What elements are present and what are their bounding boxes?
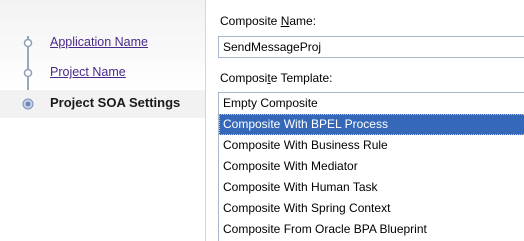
step-current-icon (22, 98, 34, 110)
composite-name-label: Composite Name: (220, 14, 317, 28)
step-label[interactable]: Project Name (50, 65, 126, 79)
step-project-soa-settings: Project SOA Settings (0, 90, 205, 118)
step-visited-icon (23, 68, 33, 78)
step-label: Project SOA Settings (50, 95, 181, 110)
template-option-selected[interactable]: Composite With BPEL Process (219, 114, 524, 135)
template-option[interactable]: Composite With Mediator (219, 156, 524, 177)
template-option[interactable]: Composite From Oracle BPA Blueprint (219, 219, 524, 240)
composite-template-label: Composite Template: (220, 71, 333, 85)
step-visited-icon (23, 38, 33, 48)
step-project-name[interactable]: Project Name (0, 62, 205, 86)
template-option[interactable]: Composite With Spring Context (219, 198, 524, 219)
composite-template-list[interactable]: Empty Composite Composite With BPEL Proc… (218, 92, 524, 241)
template-option[interactable]: Composite With Business Rule (219, 135, 524, 156)
wizard-steps-panel: Application Name Project Name Project SO… (0, 0, 205, 241)
soa-settings-form: Composite Name: Composite Template: Empt… (206, 0, 524, 241)
template-option[interactable]: Composite With Human Task (219, 177, 524, 198)
composite-name-input[interactable] (218, 36, 524, 58)
step-application-name[interactable]: Application Name (0, 32, 205, 56)
template-option[interactable]: Empty Composite (219, 93, 524, 114)
soa-project-wizard: Application Name Project Name Project SO… (0, 0, 524, 241)
step-label[interactable]: Application Name (50, 35, 148, 49)
